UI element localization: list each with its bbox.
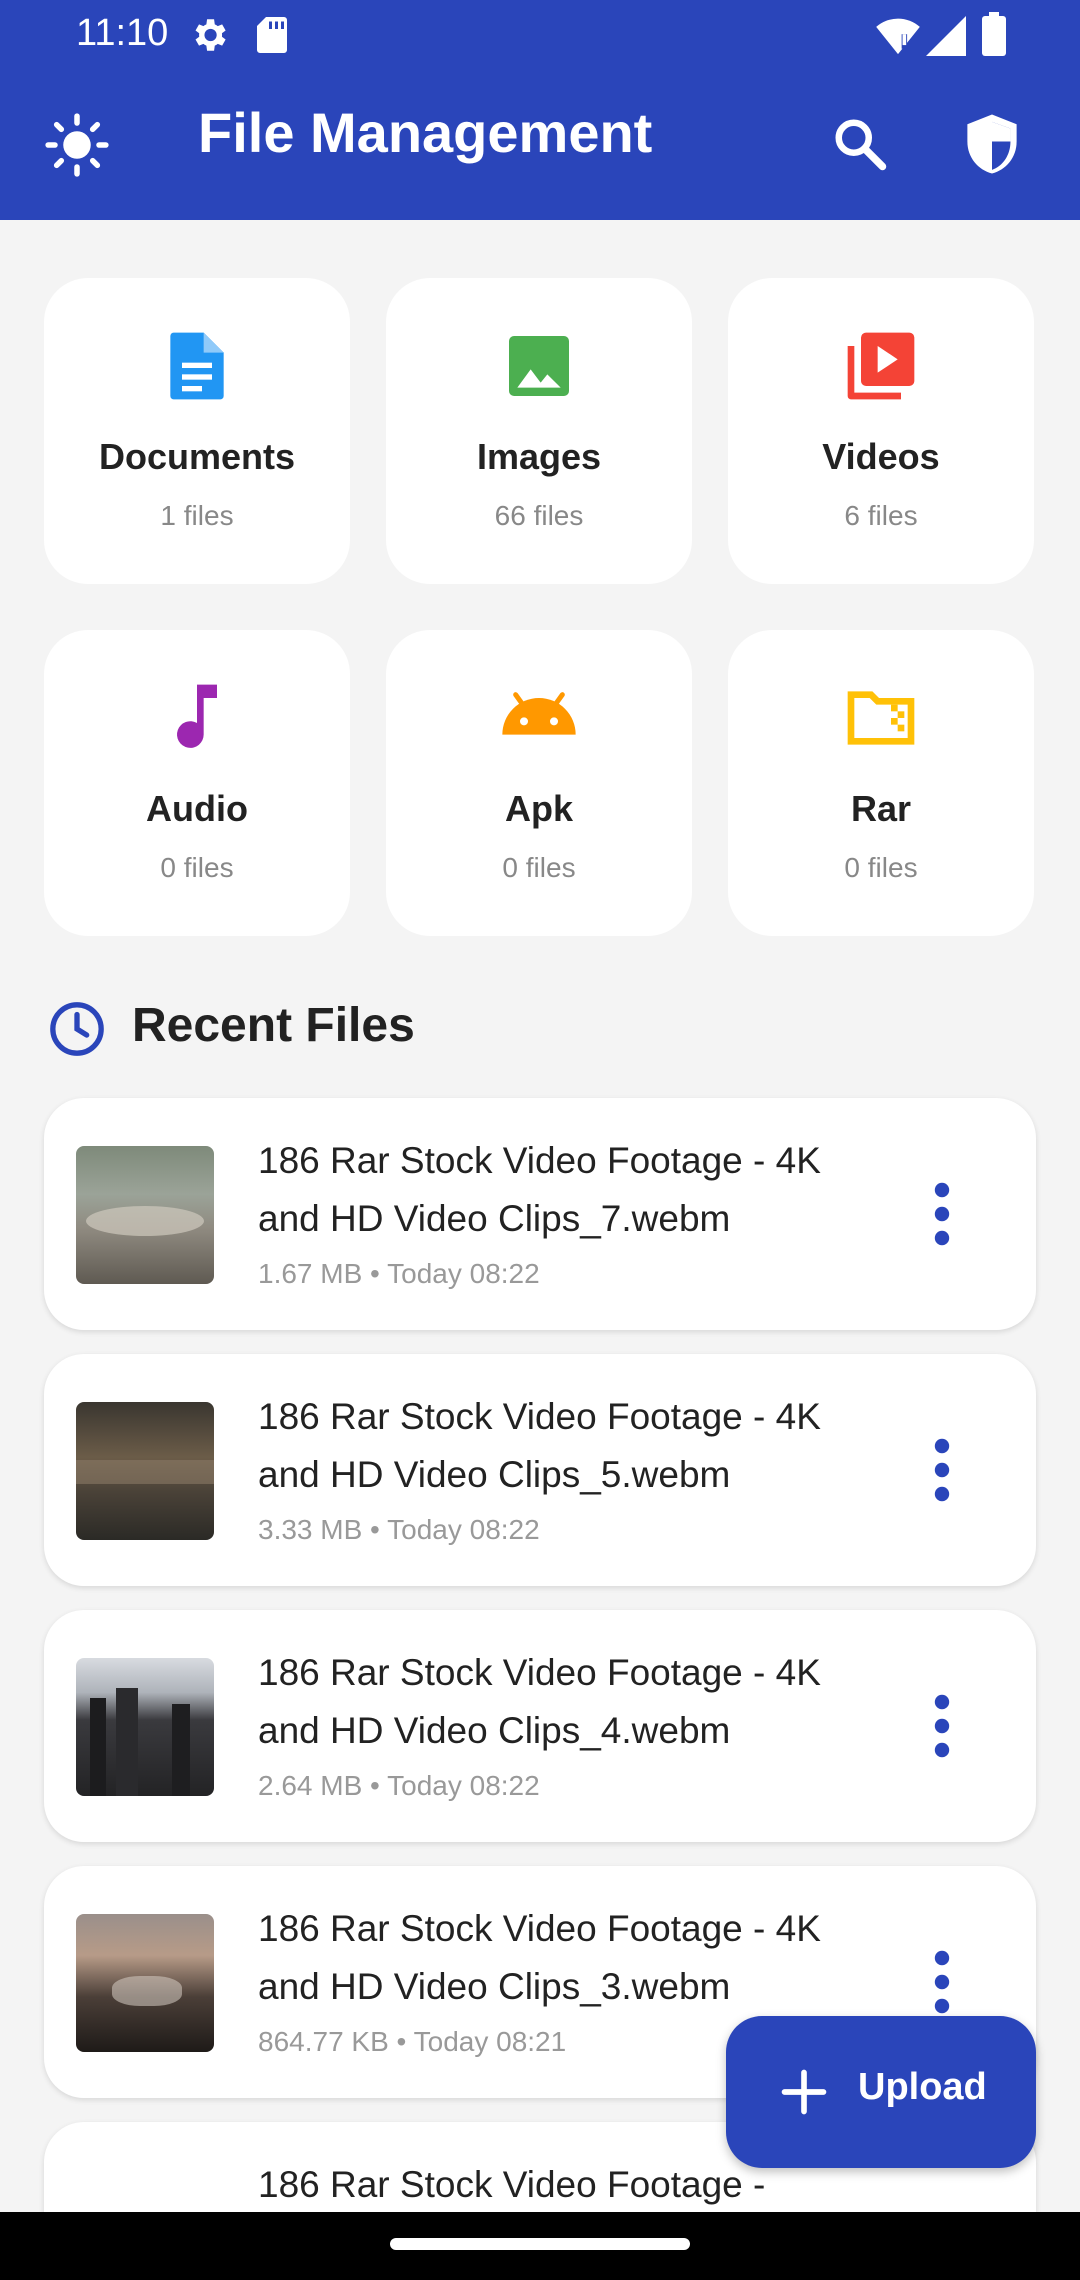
category-name: Images — [476, 436, 602, 477]
category-name: Audio — [146, 788, 248, 829]
document-icon — [157, 326, 237, 406]
recent-files-title: Recent Files — [132, 999, 415, 1052]
wifi-icon — [876, 16, 920, 61]
more-options-icon[interactable] — [912, 1434, 972, 1506]
file-name: 186 Rar Stock Video Footage - 4K and HD … — [258, 1908, 821, 2007]
category-count: 0 files — [502, 852, 576, 883]
more-options-icon[interactable] — [912, 1946, 972, 2018]
file-meta: 3.33 MB • Today 08:22 — [258, 1514, 540, 1545]
status-time: 11:10 — [76, 12, 169, 54]
settings-gear-icon — [188, 14, 230, 61]
home-gesture-handle[interactable] — [390, 2238, 690, 2250]
category-count: 6 files — [844, 500, 918, 531]
app-bar: 11:10 File Management — [0, 0, 1080, 220]
category-images[interactable]: Images 66 files — [386, 278, 692, 584]
category-audio[interactable]: Audio 0 files — [44, 630, 350, 936]
category-count: 0 files — [844, 852, 918, 883]
category-count: 66 files — [494, 500, 584, 531]
zip-folder-icon — [841, 678, 921, 758]
category-name: Rar — [850, 788, 912, 829]
category-name: Documents — [98, 436, 296, 477]
category-count: 1 files — [160, 500, 234, 531]
more-options-icon[interactable] — [912, 1178, 972, 1250]
battery-icon — [982, 12, 1006, 61]
video-thumbnail — [76, 1402, 214, 1540]
more-options-icon[interactable] — [912, 1690, 972, 1762]
system-navigation-bar — [0, 2212, 1080, 2280]
image-icon — [499, 326, 579, 406]
category-apk[interactable]: Apk 0 files — [386, 630, 692, 936]
sd-card-icon — [254, 14, 290, 61]
video-thumbnail — [76, 1146, 214, 1284]
upload-label: Upload — [858, 2066, 987, 2108]
category-count: 0 files — [160, 852, 234, 883]
security-shield-icon[interactable] — [962, 112, 1022, 181]
video-library-icon — [841, 326, 921, 406]
category-documents[interactable]: Documents 1 files — [44, 278, 350, 584]
search-icon[interactable] — [830, 114, 890, 179]
file-name: 186 Rar Stock Video Footage - 4K and HD … — [258, 1140, 821, 1239]
category-rar[interactable]: Rar 0 files — [728, 630, 1034, 936]
file-name: 186 Rar Stock Video Footage - 4K and HD … — [258, 1396, 821, 1495]
category-name: Videos — [822, 436, 940, 477]
plus-icon — [778, 2066, 830, 2123]
file-item[interactable]: 186 Rar Stock Video Footage - 4K and HD … — [44, 1610, 1036, 1842]
file-name: 186 Rar Stock Video Footage - 4K and HD … — [258, 1652, 821, 1751]
app-title: File Management — [198, 101, 653, 164]
file-item[interactable]: 186 Rar Stock Video Footage - 4K and HD … — [44, 1354, 1036, 1586]
theme-toggle-sun-icon[interactable] — [44, 112, 110, 183]
video-thumbnail — [76, 1658, 214, 1796]
file-meta: 864.77 KB • Today 08:21 — [258, 2026, 567, 2057]
main-content: Documents 1 files Images 66 files Videos… — [0, 220, 1080, 2212]
file-item[interactable]: 186 Rar Stock Video Footage - 4K and HD … — [44, 1098, 1036, 1330]
file-meta: 2.64 MB • Today 08:22 — [258, 1770, 540, 1801]
file-meta: 1.67 MB • Today 08:22 — [258, 1258, 540, 1289]
status-bar: 11:10 — [0, 0, 1080, 70]
clock-icon — [48, 1000, 106, 1063]
category-name: Apk — [504, 788, 573, 829]
music-note-icon — [157, 678, 237, 758]
android-icon — [499, 678, 579, 758]
video-thumbnail — [76, 1914, 214, 2052]
upload-button[interactable]: Upload — [726, 2016, 1036, 2168]
category-videos[interactable]: Videos 6 files — [728, 278, 1034, 584]
cellular-signal-icon — [926, 16, 966, 61]
